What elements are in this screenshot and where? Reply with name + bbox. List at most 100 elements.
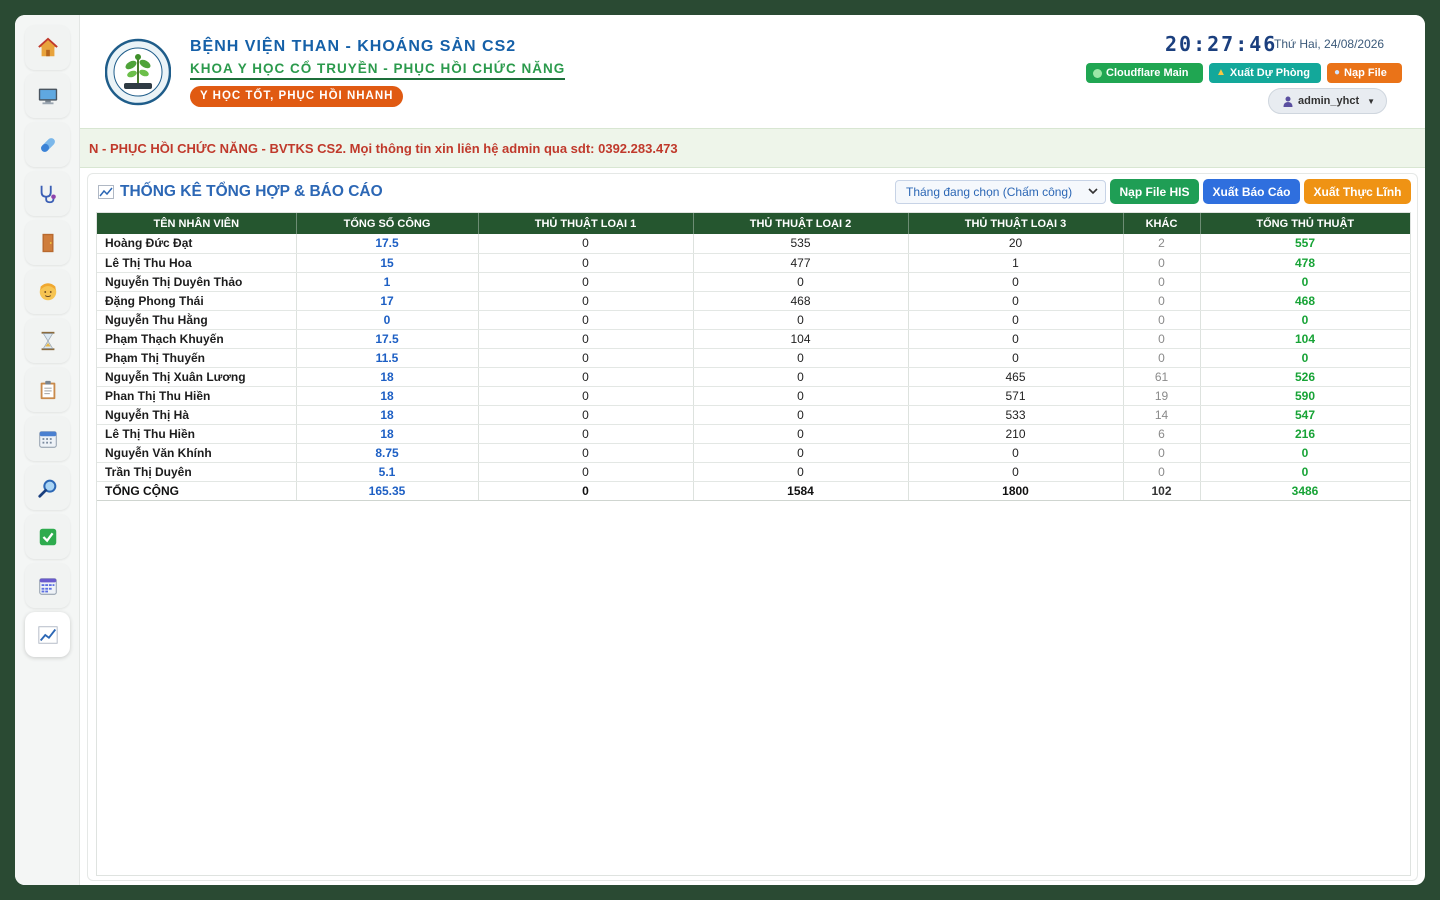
table-cell: 0 — [693, 462, 909, 482]
table-cell: 210 — [908, 424, 1124, 444]
slogan-badge: Y HỌC TỐT, PHỤC HỒI NHANH — [190, 86, 404, 107]
sidebar-item-person[interactable] — [25, 269, 70, 314]
table-cell: 0 — [478, 443, 694, 463]
table-row[interactable]: Phan Thị Thu Hiền 18 0 0 571 19 590 — [97, 386, 1411, 406]
table-cell: 17.5 — [296, 234, 479, 254]
table-cell: 61 — [1123, 367, 1201, 387]
sidebar-item-calendar[interactable] — [25, 416, 70, 461]
table-cell: 0 — [908, 348, 1124, 368]
load-his-file-button[interactable]: Nạp File HIS — [1110, 179, 1199, 204]
sidebar-item-checkbox[interactable] — [25, 514, 70, 559]
table-row[interactable]: Trần Thị Duyên 5.1 0 0 0 0 0 — [97, 462, 1411, 482]
chevron-down-icon: ▼ — [1367, 96, 1376, 106]
chevron-down-icon — [1088, 188, 1098, 195]
column-header[interactable]: TỔNG SỐ CÔNG — [296, 213, 479, 234]
table-total-row[interactable]: TỔNG CỘNG 165.35 0 1584 1800 102 3486 — [97, 481, 1411, 501]
column-header[interactable]: KHÁC — [1123, 213, 1201, 234]
column-header[interactable]: THỦ THUẬT LOẠI 1 — [478, 213, 694, 234]
table-cell: 535 — [693, 234, 909, 254]
table-cell: 0 — [478, 272, 694, 292]
sidebar-item-pill[interactable] — [25, 122, 70, 167]
sidebar-item-hourglass[interactable] — [25, 318, 70, 363]
sidebar-item-monitor[interactable] — [25, 73, 70, 118]
export-backup-button[interactable]: ▲ Xuất Dự Phòng — [1209, 63, 1321, 83]
table-cell: 216 — [1200, 424, 1411, 444]
user-icon — [1283, 96, 1293, 107]
sidebar-item-search[interactable] — [25, 465, 70, 510]
sidebar-item-door[interactable] — [25, 220, 70, 265]
sidebar-item-home[interactable] — [25, 25, 70, 70]
table-row[interactable]: Nguyễn Thị Duyên Thảo 1 0 0 0 0 0 — [97, 272, 1411, 292]
load-file-button[interactable]: ● Nạp File — [1327, 63, 1402, 83]
table-cell: 18 — [296, 424, 479, 444]
table-cell: 0 — [693, 386, 909, 406]
table-row[interactable]: Nguyễn Thị Xuân Lương 18 0 0 465 61 526 — [97, 367, 1411, 387]
table-row[interactable]: Nguyễn Văn Khính 8.75 0 0 0 0 0 — [97, 443, 1411, 463]
table-cell: Lê Thị Thu Hiền — [97, 424, 297, 444]
table-row[interactable]: Nguyễn Thị Hà 18 0 0 533 14 547 — [97, 405, 1411, 425]
cloudflare-main-button[interactable]: Cloudflare Main — [1086, 63, 1203, 83]
table-cell: 0 — [478, 348, 694, 368]
table-cell: 102 — [1123, 481, 1201, 501]
notice-marquee: N - PHỤC HỒI CHỨC NĂNG - BVTKS CS2. Mọi … — [80, 128, 1425, 168]
column-header[interactable]: TỔNG THỦ THUẬT — [1200, 213, 1410, 234]
table-cell: 0 — [908, 291, 1124, 311]
table-row[interactable]: Lê Thị Thu Hiền 18 0 0 210 6 216 — [97, 424, 1411, 444]
table-cell: 2 — [1123, 234, 1201, 254]
sidebar-item-stethoscope[interactable] — [25, 171, 70, 216]
table-cell: 0 — [478, 462, 694, 482]
month-select[interactable]: Tháng đang chọn (Chấm công) — [895, 180, 1106, 204]
export-report-button[interactable]: Xuất Báo Cáo — [1203, 179, 1300, 204]
table-row[interactable]: Đặng Phong Thái 17 0 468 0 0 468 — [97, 291, 1411, 311]
table-cell: 0 — [478, 424, 694, 444]
table-cell: 165.35 — [296, 481, 479, 501]
table-row[interactable]: Phạm Thạch Khuyến 17.5 0 104 0 0 104 — [97, 329, 1411, 349]
department-name: KHOA Y HỌC CỔ TRUYỀN - PHỤC HỒI CHỨC NĂN… — [190, 61, 566, 80]
column-header[interactable]: TÊN NHÂN VIÊN — [97, 213, 297, 234]
table-row[interactable]: Hoàng Đức Đạt 17.5 0 535 20 2 557 — [97, 234, 1411, 254]
header: BỆNH VIỆN THAN - KHOÁNG SẢN CS2 KHOA Y H… — [80, 15, 1425, 128]
cloudflare-label: Cloudflare Main — [1106, 67, 1189, 79]
table-cell: 0 — [478, 310, 694, 330]
table-cell: 15 — [296, 253, 479, 273]
table-cell: Trần Thị Duyên — [97, 462, 297, 482]
column-header[interactable]: THỦ THUẬT LOẠI 2 — [693, 213, 909, 234]
table-cell: 0 — [1123, 310, 1201, 330]
fire-icon: ▲ — [1216, 67, 1226, 78]
table-cell: 0 — [1123, 272, 1201, 292]
user-menu-button[interactable]: admin_yhct ▼ — [1268, 88, 1387, 114]
sidebar-item-clipboard[interactable] — [25, 367, 70, 412]
report-title: THỐNG KÊ TỔNG HỢP & BÁO CÁO — [120, 183, 383, 200]
table-cell: 547 — [1200, 405, 1411, 425]
table-row[interactable]: Phạm Thị Thuyến 11.5 0 0 0 0 0 — [97, 348, 1411, 368]
table-cell: 0 — [1200, 462, 1411, 482]
table-cell: 0 — [478, 386, 694, 406]
chart-line-icon — [98, 185, 114, 199]
sidebar-item-statistics[interactable] — [25, 612, 70, 657]
table-row[interactable]: Lê Thị Thu Hoa 15 0 477 1 0 478 — [97, 253, 1411, 273]
table-cell: Phạm Thị Thuyến — [97, 348, 297, 368]
export-actual-pay-button[interactable]: Xuất Thực Lĩnh — [1304, 179, 1411, 204]
export-actual-label: Xuất Thực Lĩnh — [1313, 184, 1402, 199]
export-report-label: Xuất Báo Cáo — [1212, 184, 1291, 199]
table-cell: 0 — [1123, 329, 1201, 349]
username: admin_yhct — [1298, 95, 1360, 107]
load-his-label: Nạp File HIS — [1119, 184, 1190, 199]
hourglass-icon — [41, 331, 54, 350]
table-cell: 0 — [478, 234, 694, 254]
table-cell: Nguyễn Thị Hà — [97, 405, 297, 425]
report-card: THỐNG KÊ TỔNG HỢP & BÁO CÁO Tháng đang c… — [87, 173, 1418, 881]
search-icon — [37, 479, 56, 498]
table-cell: Đặng Phong Thái — [97, 291, 297, 311]
home-icon — [37, 37, 58, 56]
table-cell: 104 — [693, 329, 909, 349]
upload-icon: ● — [1334, 67, 1341, 78]
hospital-name: BỆNH VIỆN THAN - KHOÁNG SẢN CS2 — [190, 38, 517, 55]
clock: 20:27:46 — [1165, 32, 1278, 56]
load-file-label: Nạp File — [1344, 67, 1387, 79]
table-cell: 104 — [1200, 329, 1411, 349]
column-header[interactable]: THỦ THUẬT LOẠI 3 — [908, 213, 1124, 234]
sidebar-item-calendar-grid[interactable] — [25, 563, 70, 608]
table-row[interactable]: Nguyễn Thu Hằng 0 0 0 0 0 0 — [97, 310, 1411, 330]
table-cell: Phan Thị Thu Hiền — [97, 386, 297, 406]
